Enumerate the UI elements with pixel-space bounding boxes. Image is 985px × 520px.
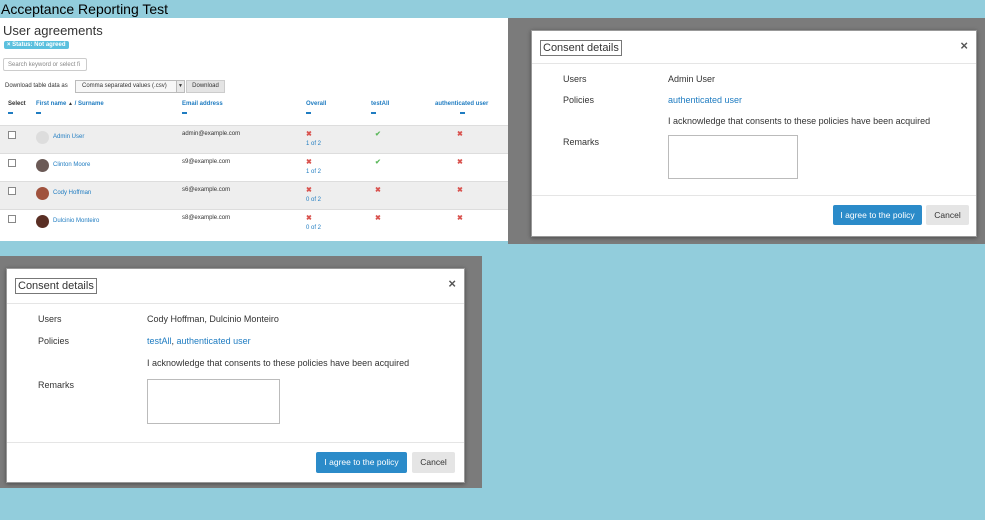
column-select: Select — [8, 101, 26, 114]
column-authenticated-user[interactable]: authenticated user — [435, 101, 488, 114]
table-row: Cody Hoffman s6@example.com ✖ 0 of 2 ✖ ✖ — [0, 181, 508, 210]
overall-count-link[interactable]: 0 of 2 — [306, 196, 321, 205]
remarks-label: Remarks — [38, 380, 75, 390]
remarks-textarea[interactable] — [668, 135, 798, 179]
not-agreed-icon: ✖ — [457, 159, 463, 166]
row-checkbox[interactable] — [8, 159, 16, 167]
agreed-icon: ✔ — [375, 159, 381, 166]
download-label: Download table data as — [5, 83, 68, 89]
testall-cell[interactable]: ✖ — [375, 186, 381, 194]
consent-details-modal: Consent details × Users Cody Hoffman, Du… — [6, 268, 465, 483]
document-title: Acceptance Reporting Test — [1, 1, 169, 17]
table-row: Clinton Moore s9@example.com ✖ 1 of 2 ✔ ✖ — [0, 153, 508, 182]
download-format-value: Comma separated values (.csv) — [82, 83, 167, 89]
download-format-select[interactable]: Comma separated values (.csv) ▼ — [75, 80, 185, 93]
agree-button[interactable]: I agree to the policy — [316, 452, 407, 473]
user-name-link[interactable]: Clinton Moore — [53, 162, 90, 168]
download-button[interactable]: Download — [186, 80, 225, 93]
consent-details-modal: Consent details × Users Admin User Polic… — [531, 30, 977, 237]
status-filter-badge[interactable]: × Status: Not agreed — [4, 41, 69, 49]
users-value: Cody Hoffman, Dulcinio Monteiro — [147, 314, 279, 324]
overall-cell: ✖ 0 of 2 — [306, 186, 321, 205]
users-label: Users — [38, 314, 62, 324]
modal-title: Consent details — [540, 40, 622, 56]
row-checkbox[interactable] — [8, 187, 16, 195]
user-name-link[interactable]: Cody Hoffman — [53, 190, 91, 196]
cancel-button[interactable]: Cancel — [412, 452, 455, 473]
row-checkbox[interactable] — [8, 215, 16, 223]
overall-cell: ✖ 1 of 2 — [306, 130, 321, 149]
user-email: s8@example.com — [182, 215, 231, 221]
avatar — [36, 159, 49, 172]
overall-cell: ✖ 1 of 2 — [306, 158, 321, 177]
agreed-icon: ✔ — [375, 131, 381, 138]
user-email: s9@example.com — [182, 159, 231, 165]
table-row: Dulcinio Monteiro s8@example.com ✖ 0 of 2… — [0, 209, 508, 238]
policy-link[interactable]: authenticated user — [177, 336, 251, 346]
authenticated-cell[interactable]: ✖ — [457, 130, 463, 138]
not-agreed-icon: ✖ — [306, 215, 312, 222]
policies-value: testAll, authenticated user — [147, 336, 251, 346]
user-name-link[interactable]: Admin User — [53, 134, 84, 140]
testall-cell[interactable]: ✖ — [375, 214, 381, 222]
overall-count-link[interactable]: 1 of 2 — [306, 168, 321, 177]
chevron-down-icon: ▼ — [176, 81, 184, 92]
testall-cell: ✔ — [375, 158, 381, 166]
cancel-button[interactable]: Cancel — [926, 205, 969, 225]
divider — [532, 63, 976, 64]
column-overall[interactable]: Overall — [306, 101, 326, 114]
table-header: Select First name ▲ / Surname Email addr… — [0, 101, 508, 125]
avatar — [36, 215, 49, 228]
authenticated-cell[interactable]: ✖ — [457, 158, 463, 166]
acknowledge-text: I acknowledge that consents to these pol… — [668, 116, 931, 126]
users-value: Admin User — [668, 74, 716, 84]
not-agreed-icon: ✖ — [457, 187, 463, 194]
policies-label: Policies — [38, 336, 70, 346]
close-icon[interactable]: × — [960, 38, 968, 53]
not-agreed-icon: ✖ — [375, 215, 381, 222]
sort-asc-icon: ▲ — [68, 101, 73, 107]
user-name-link[interactable]: Dulcinio Monteiro — [53, 218, 99, 224]
not-agreed-icon: ✖ — [375, 187, 381, 194]
not-agreed-icon: ✖ — [457, 215, 463, 222]
policy-link[interactable]: testAll — [147, 336, 172, 346]
users-label: Users — [563, 74, 587, 84]
policies-label: Policies — [563, 95, 595, 105]
search-input[interactable]: Search keyword or select fi — [3, 58, 87, 71]
user-agreements-panel: User agreements × Status: Not agreed Sea… — [0, 18, 508, 241]
column-first-name[interactable]: First name ▲ / Surname — [36, 101, 104, 114]
authenticated-cell[interactable]: ✖ — [457, 214, 463, 222]
user-email: s6@example.com — [182, 187, 231, 193]
not-agreed-icon: ✖ — [306, 131, 312, 138]
remarks-label: Remarks — [563, 137, 600, 147]
policies-value: authenticated user — [668, 95, 742, 105]
column-surname[interactable]: / Surname — [75, 101, 104, 107]
not-agreed-icon: ✖ — [457, 131, 463, 138]
close-icon[interactable]: × — [448, 276, 456, 291]
table-row: Admin User admin@example.com ✖ 1 of 2 ✔ ✖ — [0, 125, 508, 154]
authenticated-cell[interactable]: ✖ — [457, 186, 463, 194]
column-testall[interactable]: testAll — [371, 101, 389, 114]
not-agreed-icon: ✖ — [306, 187, 312, 194]
avatar — [36, 131, 49, 144]
modal-title: Consent details — [15, 278, 97, 294]
agree-button[interactable]: I agree to the policy — [833, 205, 922, 225]
testall-cell: ✔ — [375, 130, 381, 138]
avatar — [36, 187, 49, 200]
row-checkbox[interactable] — [8, 131, 16, 139]
not-agreed-icon: ✖ — [306, 159, 312, 166]
column-email[interactable]: Email address — [182, 101, 223, 114]
user-email: admin@example.com — [182, 131, 241, 137]
page-title: User agreements — [3, 23, 103, 38]
overall-count-link[interactable]: 1 of 2 — [306, 140, 321, 149]
overall-count-link[interactable]: 0 of 2 — [306, 224, 321, 233]
overall-cell: ✖ 0 of 2 — [306, 214, 321, 233]
divider — [532, 195, 976, 196]
acknowledge-text: I acknowledge that consents to these pol… — [147, 358, 410, 368]
divider — [7, 442, 464, 443]
policy-link[interactable]: authenticated user — [668, 95, 742, 105]
remarks-textarea[interactable] — [147, 379, 280, 424]
divider — [7, 303, 464, 304]
